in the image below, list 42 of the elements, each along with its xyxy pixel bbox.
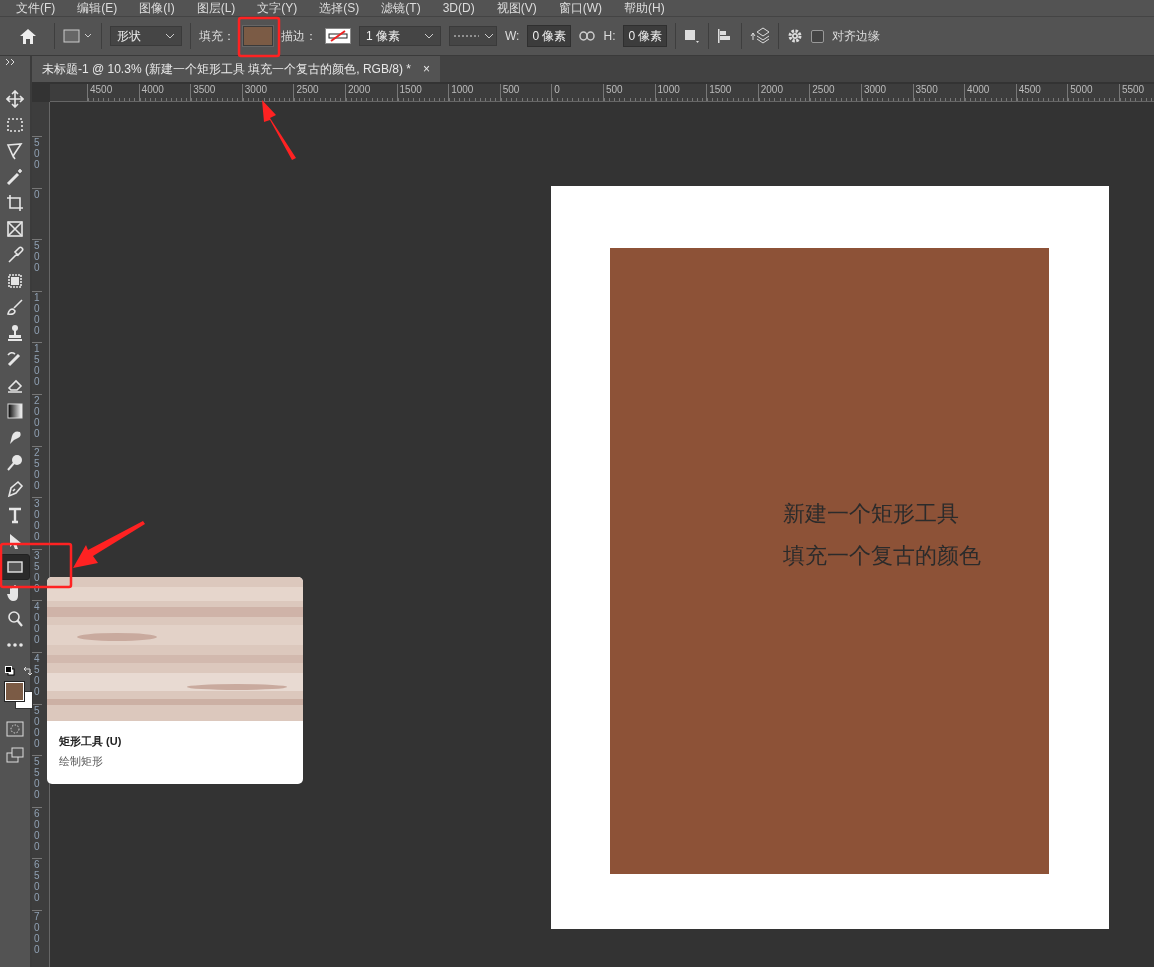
height-label: H: bbox=[603, 28, 616, 45]
ruler-label: 6500 bbox=[32, 858, 42, 910]
tool-mode-dropdown[interactable]: 形状 bbox=[110, 26, 182, 46]
align-edges-label: 对齐边缘 bbox=[832, 28, 881, 45]
menu-item[interactable]: 帮助(H) bbox=[624, 0, 665, 16]
ruler-label: 5500 bbox=[1118, 84, 1154, 101]
height-field[interactable]: 0 像素 bbox=[623, 25, 668, 47]
width-label: W: bbox=[505, 28, 520, 45]
ruler-label: 2500 bbox=[32, 445, 42, 498]
ruler-label: 7000 bbox=[32, 909, 42, 962]
tooltip-title: 矩形工具 (U) bbox=[59, 734, 123, 749]
ruler-label: 500 bbox=[32, 136, 42, 188]
menu-item[interactable]: 文字(Y) bbox=[257, 0, 298, 16]
menu-item[interactable]: 选择(S) bbox=[319, 0, 360, 16]
ruler-label: 5500 bbox=[32, 755, 42, 807]
ruler-label: 0 bbox=[32, 187, 42, 240]
ruler-label: 1500 bbox=[32, 342, 42, 394]
width-field[interactable]: 0 像素 bbox=[527, 25, 572, 47]
ruler-label: 1000 bbox=[32, 290, 42, 343]
ruler-label: 3000 bbox=[32, 497, 42, 549]
stroke-width-dropdown[interactable]: 1 像素 bbox=[359, 26, 441, 46]
menu-item[interactable]: 滤镜(T) bbox=[381, 0, 421, 16]
menu-item[interactable]: 图像(I) bbox=[139, 0, 175, 16]
menu-item[interactable]: 视图(V) bbox=[496, 0, 537, 16]
menu-item[interactable]: 图层(L) bbox=[196, 0, 236, 16]
menu-item[interactable]: 编辑(E) bbox=[77, 0, 118, 16]
canvas-text: 填充一个复古的颜色 bbox=[783, 542, 981, 570]
close-button[interactable]: × bbox=[422, 56, 430, 82]
ruler-label: 6000 bbox=[32, 806, 42, 859]
canvas-text: 新建一个矩形工具 bbox=[783, 500, 960, 528]
menu-item[interactable]: 3D(D) bbox=[442, 0, 475, 16]
ruler-label: 4000 bbox=[32, 600, 42, 652]
fill-label: 填充： bbox=[199, 28, 235, 45]
ruler-label: 5000 bbox=[32, 703, 42, 756]
stroke-label: 描边： bbox=[281, 28, 317, 45]
ruler-label: 4500 bbox=[32, 651, 42, 704]
ruler-label: 500 bbox=[32, 239, 42, 291]
tooltip-description: 绘制矩形 bbox=[59, 753, 104, 769]
menu-item[interactable]: 窗口(W) bbox=[558, 0, 602, 16]
menu-item[interactable]: 文件(F) bbox=[16, 0, 56, 16]
ruler-label: 2000 bbox=[32, 393, 42, 446]
document-tab[interactable]: 未标题-1 @ 10.3% (新建一个矩形工具 填充一个复古的颜色, RGB/8) * × bbox=[32, 56, 440, 82]
